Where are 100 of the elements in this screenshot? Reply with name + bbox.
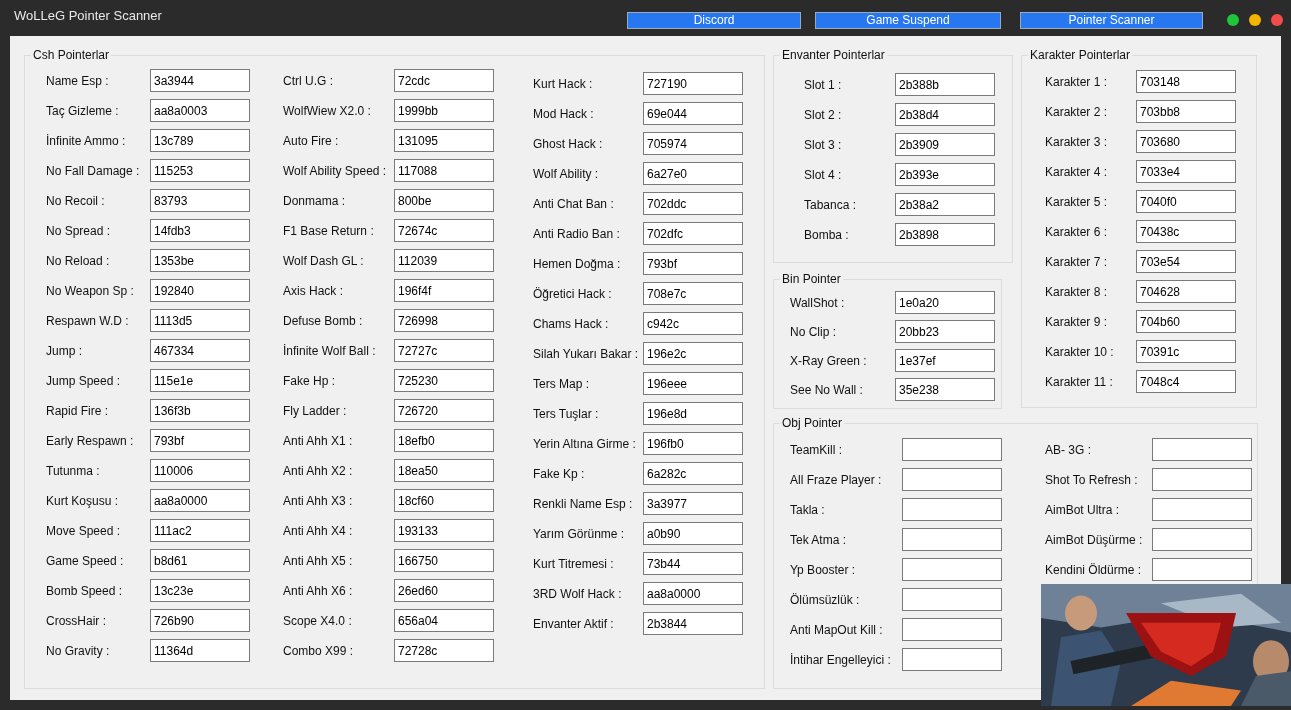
value-field[interactable]: 196fb0 [643, 432, 743, 455]
value-field[interactable]: 2b38d4 [895, 103, 995, 126]
value-field[interactable]: 726720 [394, 399, 494, 422]
value-field[interactable]: 35e238 [895, 378, 995, 401]
value-field[interactable]: 72727c [394, 339, 494, 362]
value-field[interactable]: 14fdb3 [150, 219, 250, 242]
value-field[interactable]: 83793 [150, 189, 250, 212]
value-field[interactable]: 26ed60 [394, 579, 494, 602]
value-field[interactable]: 196e2c [643, 342, 743, 365]
value-field[interactable]: 11364d [150, 639, 250, 662]
value-field[interactable]: b8d61 [150, 549, 250, 572]
value-field[interactable]: 2b38a2 [895, 193, 995, 216]
value-field[interactable]: 1e37ef [895, 349, 995, 372]
value-field[interactable]: aa8a0000 [643, 582, 743, 605]
value-field[interactable]: 3a3944 [150, 69, 250, 92]
value-field[interactable]: 117088 [394, 159, 494, 182]
value-field[interactable] [1152, 558, 1252, 581]
value-field[interactable]: 18cf60 [394, 489, 494, 512]
value-field[interactable]: 467334 [150, 339, 250, 362]
value-field[interactable]: 13c23e [150, 579, 250, 602]
value-field[interactable]: 2b393e [895, 163, 995, 186]
value-field[interactable]: 115e1e [150, 369, 250, 392]
value-field[interactable]: 7033e4 [1136, 160, 1236, 183]
value-field[interactable]: 196f4f [394, 279, 494, 302]
value-field[interactable] [902, 558, 1002, 581]
value-field[interactable] [902, 588, 1002, 611]
value-field[interactable]: 703bb8 [1136, 100, 1236, 123]
maximize-icon[interactable] [1227, 14, 1239, 26]
value-field[interactable]: 1353be [150, 249, 250, 272]
value-field[interactable]: 18efb0 [394, 429, 494, 452]
value-field[interactable] [902, 528, 1002, 551]
value-field[interactable]: 705974 [643, 132, 743, 155]
value-field[interactable]: 1999bb [394, 99, 494, 122]
value-field[interactable]: 196e8d [643, 402, 743, 425]
value-field[interactable]: 7040f0 [1136, 190, 1236, 213]
value-field[interactable]: 6a282c [643, 462, 743, 485]
value-field[interactable]: 193133 [394, 519, 494, 542]
value-field[interactable]: 703680 [1136, 130, 1236, 153]
value-field[interactable]: aa8a0003 [150, 99, 250, 122]
header-button[interactable]: Game Suspend [815, 11, 1001, 29]
value-field[interactable]: aa8a0000 [150, 489, 250, 512]
value-field[interactable] [1152, 468, 1252, 491]
value-field[interactable] [902, 468, 1002, 491]
value-field[interactable]: 72674c [394, 219, 494, 242]
value-field[interactable] [902, 498, 1002, 521]
value-field[interactable]: 136f3b [150, 399, 250, 422]
value-field[interactable]: 726998 [394, 309, 494, 332]
value-field[interactable]: 793bf [150, 429, 250, 452]
value-field[interactable]: 18ea50 [394, 459, 494, 482]
value-field[interactable]: 725230 [394, 369, 494, 392]
value-field[interactable]: 2b3844 [643, 612, 743, 635]
value-field[interactable]: 196eee [643, 372, 743, 395]
value-field[interactable]: 13c789 [150, 129, 250, 152]
value-field[interactable] [1152, 498, 1252, 521]
value-field[interactable]: 704628 [1136, 280, 1236, 303]
value-field[interactable]: 73b44 [643, 552, 743, 575]
value-field[interactable]: 793bf [643, 252, 743, 275]
minimize-icon[interactable] [1249, 14, 1261, 26]
value-field[interactable]: 115253 [150, 159, 250, 182]
value-field[interactable]: 112039 [394, 249, 494, 272]
value-field[interactable]: 1113d5 [150, 309, 250, 332]
value-field[interactable]: 708e7c [643, 282, 743, 305]
value-field[interactable]: 800be [394, 189, 494, 212]
value-field[interactable]: 70391c [1136, 340, 1236, 363]
value-field[interactable]: 704b60 [1136, 310, 1236, 333]
value-field[interactable] [902, 648, 1002, 671]
value-field[interactable]: 727190 [643, 72, 743, 95]
value-field[interactable]: 702ddc [643, 192, 743, 215]
value-field[interactable]: 702dfc [643, 222, 743, 245]
value-field[interactable]: c942c [643, 312, 743, 335]
value-field[interactable] [902, 618, 1002, 641]
close-icon[interactable] [1271, 14, 1283, 26]
value-field[interactable]: 2b3898 [895, 223, 995, 246]
value-field[interactable]: 3a3977 [643, 492, 743, 515]
value-field[interactable]: 70438c [1136, 220, 1236, 243]
value-field[interactable]: 7048c4 [1136, 370, 1236, 393]
field-label: Tutunma : [46, 463, 101, 478]
value-field[interactable]: 6a27e0 [643, 162, 743, 185]
header-button[interactable]: Pointer Scanner [1020, 11, 1203, 29]
value-field[interactable] [902, 438, 1002, 461]
value-field[interactable]: 1e0a20 [895, 291, 995, 314]
value-field[interactable]: 131095 [394, 129, 494, 152]
value-field[interactable] [1152, 528, 1252, 551]
value-field[interactable]: 703e54 [1136, 250, 1236, 273]
value-field[interactable]: 72cdc [394, 69, 494, 92]
value-field[interactable]: 110006 [150, 459, 250, 482]
value-field[interactable]: 656a04 [394, 609, 494, 632]
value-field[interactable]: 166750 [394, 549, 494, 572]
value-field[interactable]: 703148 [1136, 70, 1236, 93]
value-field[interactable]: 111ac2 [150, 519, 250, 542]
value-field[interactable] [1152, 438, 1252, 461]
value-field[interactable]: 72728c [394, 639, 494, 662]
value-field[interactable]: a0b90 [643, 522, 743, 545]
value-field[interactable]: 192840 [150, 279, 250, 302]
value-field[interactable]: 726b90 [150, 609, 250, 632]
value-field[interactable]: 69e044 [643, 102, 743, 125]
header-button[interactable]: Discord [627, 11, 801, 29]
value-field[interactable]: 2b3909 [895, 133, 995, 156]
value-field[interactable]: 2b388b [895, 73, 995, 96]
value-field[interactable]: 20bb23 [895, 320, 995, 343]
